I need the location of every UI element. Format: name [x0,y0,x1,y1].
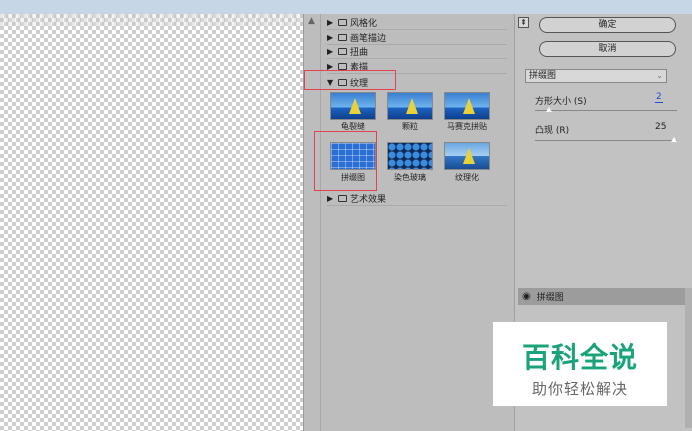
thumb-label: 纹理化 [455,173,479,182]
thumb-label: 染色玻璃 [394,173,426,182]
folder-label: 风格化 [350,19,378,29]
expand-arrow-icon: ▶ [327,194,334,203]
expand-arrow-icon: ▶ [327,33,334,42]
sailboat-image [406,98,418,114]
layers-scrollbar[interactable] [685,288,692,428]
effect-layer-label: 拼缀图 [536,293,564,303]
highlight-texture-folder [304,70,396,90]
scroll-up-arrow-icon[interactable]: ▲ [308,16,315,26]
sailboat-image [349,98,361,114]
folder-label: 扭曲 [350,48,369,58]
preview-canvas[interactable] [0,14,303,431]
folder-artistic[interactable]: ▶ 艺术效果 [327,192,386,205]
watermark-subtitle: 助你轻松解决 [531,380,628,398]
square-size-label: 方形大小 (S) [535,97,587,107]
settings-panel: ⇞ 确定 取消 拼缀图 ⌄ 方形大小 (S) 2 凸现 (R) 25 [514,14,692,282]
folder-label: 艺术效果 [350,195,387,205]
thumb-stained-glass[interactable] [387,142,433,170]
relief-slider-thumb[interactable] [671,137,677,142]
thumb-mosaic-tiles[interactable] [444,92,490,120]
divider [327,58,507,59]
eye-icon[interactable]: ◉ [522,291,531,302]
thumb-texturizer[interactable] [444,142,490,170]
thumb-craquelure[interactable] [330,92,376,120]
window-title-bar [0,0,692,14]
sailboat-image [463,98,475,114]
folder-label: 画笔描边 [350,34,387,44]
relief-slider[interactable] [535,140,677,141]
chevron-down-icon: ⌄ [656,71,663,80]
expand-arrow-icon: ▶ [327,18,334,27]
effect-layer-row[interactable]: ◉ 拼缀图 [518,288,688,305]
relief-label: 凸现 (R) [535,126,570,136]
relief-value[interactable]: 25 [655,122,666,132]
cancel-button[interactable]: 取消 [539,41,676,57]
square-size-input[interactable]: 2 [655,92,663,103]
folder-brush-strokes[interactable]: ▶ 画笔描边 [327,31,386,44]
watermark-logo: 百科全说 助你轻松解决 [493,322,667,406]
thumb-label: 马赛克拼贴 [447,122,487,131]
folder-distort[interactable]: ▶ 扭曲 [327,45,368,58]
watermark-title: 百科全说 [521,341,638,374]
thumb-grain[interactable] [387,92,433,120]
ok-button[interactable]: 确定 [539,17,676,33]
filter-select[interactable]: 拼缀图 ⌄ [525,69,667,83]
folder-icon [338,195,347,202]
thumb-label: 颗粒 [402,122,418,131]
collapse-gallery-icon[interactable]: ⇞ [518,17,529,28]
expand-arrow-icon: ▶ [327,47,334,56]
filter-select-value: 拼缀图 [529,71,557,81]
folder-icon [338,19,347,26]
divider [327,205,507,206]
square-size-slider[interactable] [535,110,677,111]
folder-icon [338,63,347,70]
folder-icon [338,48,347,55]
folder-icon [338,34,347,41]
highlight-patchwork-thumb [314,131,377,191]
divider [327,29,507,30]
sailboat-image [463,148,475,164]
square-size-slider-thumb[interactable] [546,107,553,112]
folder-stylize[interactable]: ▶ 风格化 [327,16,377,29]
